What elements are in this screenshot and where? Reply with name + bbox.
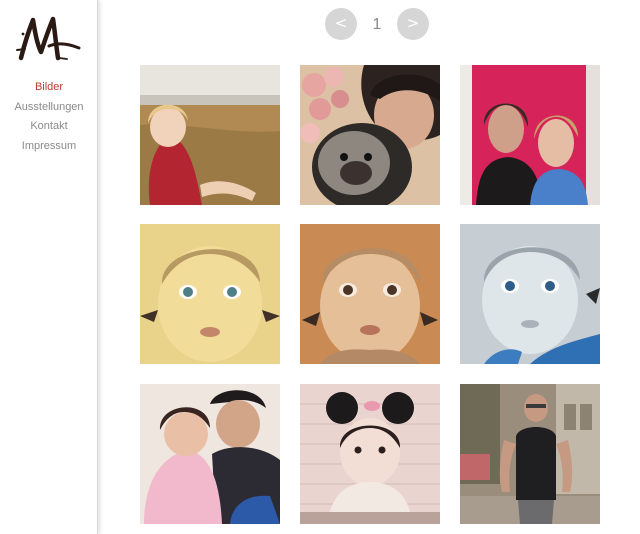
page-number: 1 [372,16,382,33]
gallery-item-toddler-sepia[interactable] [300,224,440,364]
gallery-item-two-women[interactable] [460,65,600,205]
nav-item-ausstellungen[interactable]: Ausstellungen [0,100,98,120]
painting-toddler-yellow-image [140,224,280,364]
main-nav: Bilder Ausstellungen Kontakt Impressum [0,80,98,158]
painting-man-tank-top-image [460,384,600,524]
gallery-item-girl-with-dog[interactable] [300,65,440,205]
gallery-item-man-tank-top[interactable] [460,384,600,524]
gallery-item-girl-mouse-ears[interactable] [300,384,440,524]
painting-girl-mouse-ears-image [300,384,440,524]
gallery-item-toddler-blue[interactable] [460,224,600,364]
painting-toddler-sepia-image [300,224,440,364]
pagination: < 1 > [99,8,640,40]
prev-page-button[interactable]: < [325,8,357,40]
painting-toddler-blue-image [460,224,600,364]
nav-item-impressum[interactable]: Impressum [0,139,98,159]
next-page-button[interactable]: > [397,8,429,40]
gallery-item-woman-on-beach[interactable] [140,65,280,205]
painting-girl-with-dog-image [300,65,440,205]
logo-icon[interactable] [15,12,83,68]
nav-item-bilder[interactable]: Bilder [0,80,98,100]
painting-woman-on-beach-image [140,65,280,205]
gallery-item-toddler-yellow[interactable] [140,224,280,364]
sidebar: Bilder Ausstellungen Kontakt Impressum [0,0,98,534]
gallery-main: < 1 > [99,0,640,534]
painting-two-women-image [460,65,600,205]
painting-two-children-image [140,384,280,524]
gallery-item-two-children[interactable] [140,384,280,524]
nav-item-kontakt[interactable]: Kontakt [0,119,98,139]
